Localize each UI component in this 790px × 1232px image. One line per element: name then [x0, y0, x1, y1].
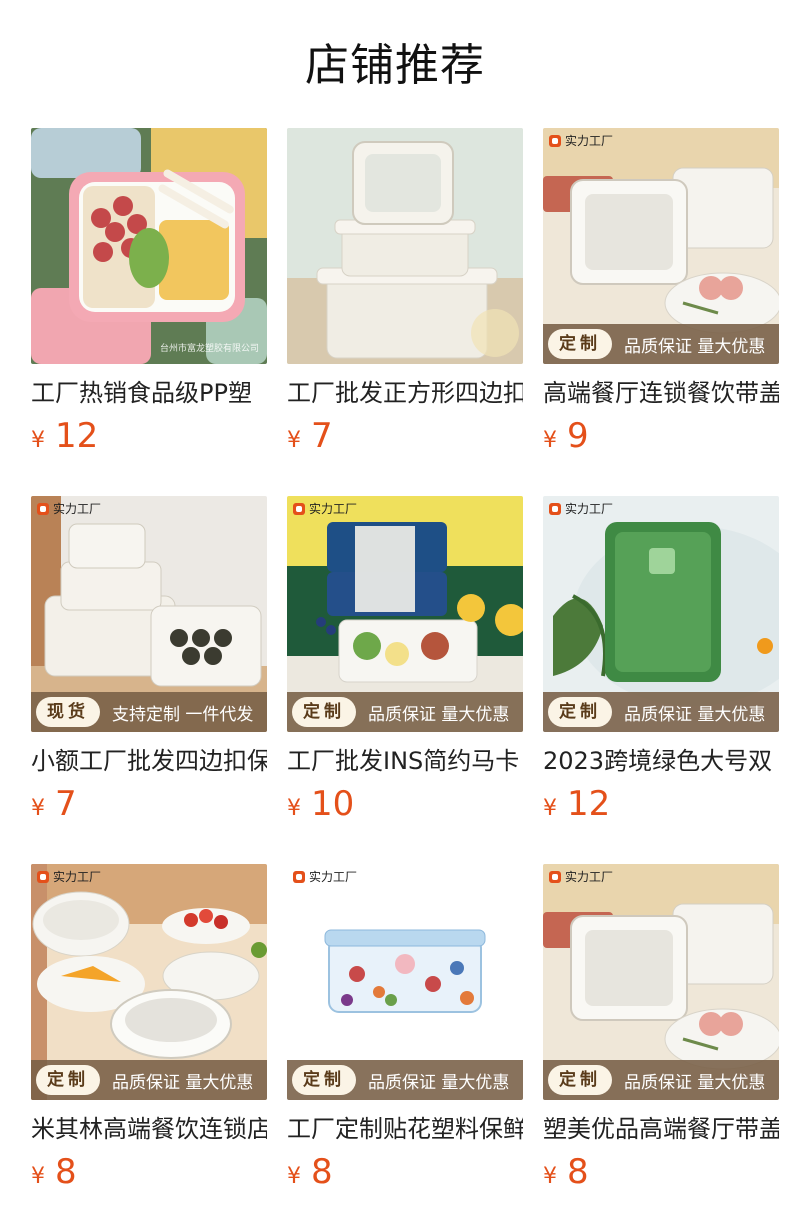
factory-icon [37, 502, 49, 515]
page-title: 店铺推荐 [305, 40, 485, 91]
product-image[interactable]: 实力工厂 定制 品质保证 量大优惠 [31, 864, 267, 1100]
price-value: 12 [567, 784, 611, 824]
product-card[interactable]: 实力工厂 定制 品质保证 量大优惠 米其林高端餐饮连锁店 ¥ 8 [31, 864, 267, 1204]
currency-symbol: ¥ [287, 796, 301, 821]
product-name[interactable]: 塑美优品高端餐厅带盖 [543, 1112, 779, 1146]
factory-badge: 实力工厂 [37, 868, 101, 885]
product-name[interactable]: 工厂批发正方形四边扣 [287, 376, 523, 410]
product-card[interactable]: 台州市富龙塑胶有限公司 工厂热销食品级PP塑 ¥ 12 [31, 128, 267, 468]
product-card[interactable]: 实力工厂 定制 品质保证 量大优惠 高端餐厅连锁餐饮带盖 ¥ 9 [543, 128, 779, 468]
currency-symbol: ¥ [543, 1164, 557, 1189]
promo-text: 品质保证 量大优惠 [624, 704, 766, 725]
currency-symbol: ¥ [287, 428, 301, 453]
factory-icon [293, 870, 305, 883]
price-value: 8 [567, 1152, 589, 1192]
product-price: ¥ 8 [543, 1152, 589, 1196]
factory-badge: 实力工厂 [549, 500, 613, 517]
promo-strip: 定制 品质保证 量大优惠 [543, 1060, 779, 1100]
promo-text: 品质保证 量大优惠 [368, 704, 510, 725]
product-image[interactable]: 台州市富龙塑胶有限公司 [31, 128, 267, 364]
watermark: 台州市富龙塑胶有限公司 [159, 344, 259, 354]
price-value: 8 [55, 1152, 77, 1192]
price-value: 7 [55, 784, 77, 824]
promo-strip: 定制 品质保证 量大优惠 [287, 692, 523, 732]
factory-badge: 实力工厂 [549, 132, 613, 149]
promo-text: 支持定制 一件代发 [112, 704, 254, 725]
factory-badge: 实力工厂 [293, 868, 357, 885]
product-image[interactable]: 实力工厂 定制 品质保证 量大优惠 [543, 496, 779, 732]
promo-strip: 定制 品质保证 量大优惠 [287, 1060, 523, 1100]
tag-pill: 定制 [36, 1065, 100, 1095]
promo-text: 品质保证 量大优惠 [624, 336, 766, 357]
price-value: 12 [55, 416, 99, 456]
tag-pill: 定制 [548, 697, 612, 727]
product-name[interactable]: 米其林高端餐饮连锁店 [31, 1112, 267, 1146]
factory-icon [549, 502, 561, 515]
price-value: 10 [311, 784, 355, 824]
product-card[interactable]: 实力工厂 定制 品质保证 量大优惠 塑美优品高端餐厅带盖 ¥ 8 [543, 864, 779, 1204]
tag-pill: 定制 [548, 1065, 612, 1095]
product-name[interactable]: 工厂批发INS简约马卡 [287, 744, 523, 778]
promo-strip: 定制 品质保证 量大优惠 [543, 692, 779, 732]
product-card[interactable]: 工厂批发正方形四边扣 ¥ 7 [287, 128, 523, 468]
factory-icon [37, 870, 49, 883]
price-value: 8 [311, 1152, 333, 1192]
product-price: ¥ 8 [287, 1152, 333, 1196]
promo-text: 品质保证 量大优惠 [112, 1072, 254, 1093]
promo-strip: 定制 品质保证 量大优惠 [31, 1060, 267, 1100]
product-price: ¥ 7 [287, 416, 333, 460]
factory-icon [549, 870, 561, 883]
factory-badge: 实力工厂 [549, 868, 613, 885]
product-price: ¥ 10 [287, 784, 354, 828]
promo-strip: 现货 支持定制 一件代发 [31, 692, 267, 732]
currency-symbol: ¥ [287, 1164, 301, 1189]
product-image[interactable]: 实力工厂 定制 品质保证 量大优惠 [287, 496, 523, 732]
factory-icon [549, 134, 561, 147]
product-price: ¥ 7 [31, 784, 77, 828]
product-name[interactable]: 工厂定制贴花塑料保鲜 [287, 1112, 523, 1146]
promo-text: 品质保证 量大优惠 [368, 1072, 510, 1093]
product-image[interactable] [287, 128, 523, 364]
price-value: 9 [567, 416, 589, 456]
currency-symbol: ¥ [543, 428, 557, 453]
product-image[interactable]: 实力工厂 定制 品质保证 量大优惠 [287, 864, 523, 1100]
product-price: ¥ 12 [31, 416, 98, 460]
factory-badge: 实力工厂 [293, 500, 357, 517]
currency-symbol: ¥ [543, 796, 557, 821]
currency-symbol: ¥ [31, 428, 45, 453]
tag-pill: 定制 [292, 1065, 356, 1095]
product-name[interactable]: 高端餐厅连锁餐饮带盖 [543, 376, 779, 410]
product-name[interactable]: 2023跨境绿色大号双 [543, 744, 779, 778]
product-card[interactable]: 实力工厂 定制 品质保证 量大优惠 工厂批发INS简约马卡 ¥ 10 [287, 496, 523, 836]
product-card[interactable]: 实力工厂 定制 品质保证 量大优惠 2023跨境绿色大号双 ¥ 12 [543, 496, 779, 836]
product-name[interactable]: 工厂热销食品级PP塑 [31, 376, 267, 410]
tag-pill: 定制 [548, 329, 612, 359]
product-price: ¥ 9 [543, 416, 589, 460]
currency-symbol: ¥ [31, 1164, 45, 1189]
product-price: ¥ 8 [31, 1152, 77, 1196]
product-name[interactable]: 小额工厂批发四边扣保 [31, 744, 267, 778]
price-value: 7 [311, 416, 333, 456]
tag-pill: 现货 [36, 697, 100, 727]
product-image[interactable]: 实力工厂 现货 支持定制 一件代发 [31, 496, 267, 732]
product-price: ¥ 12 [543, 784, 610, 828]
product-image[interactable]: 实力工厂 定制 品质保证 量大优惠 [543, 128, 779, 364]
factory-badge: 实力工厂 [37, 500, 101, 517]
promo-text: 品质保证 量大优惠 [624, 1072, 766, 1093]
promo-strip: 定制 品质保证 量大优惠 [543, 324, 779, 364]
product-card[interactable]: 实力工厂 现货 支持定制 一件代发 小额工厂批发四边扣保 ¥ 7 [31, 496, 267, 836]
factory-icon [293, 502, 305, 515]
tag-pill: 定制 [292, 697, 356, 727]
product-card[interactable]: 实力工厂 定制 品质保证 量大优惠 工厂定制贴花塑料保鲜 ¥ 8 [287, 864, 523, 1204]
currency-symbol: ¥ [31, 796, 45, 821]
product-image[interactable]: 实力工厂 定制 品质保证 量大优惠 [543, 864, 779, 1100]
